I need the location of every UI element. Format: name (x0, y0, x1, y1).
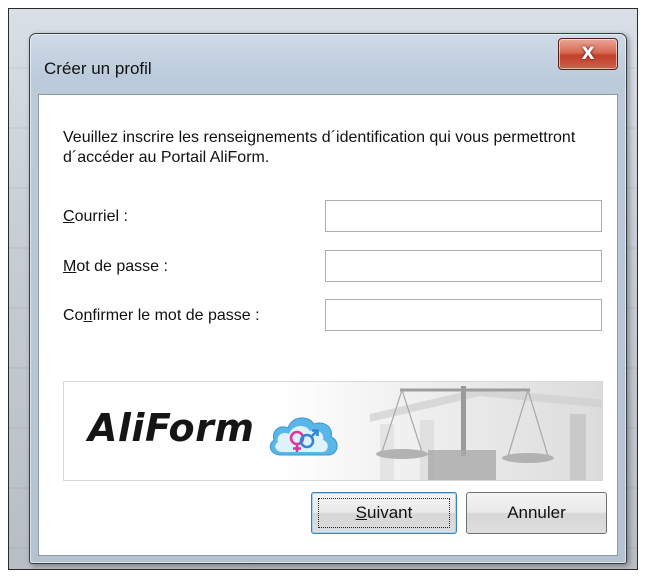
focus-rectangle (318, 498, 450, 528)
aliform-banner: AliForm (63, 381, 603, 481)
next-button[interactable]: Suivant (311, 492, 457, 534)
email-label-mnemonic: C (63, 208, 75, 225)
close-button[interactable]: X (558, 38, 618, 70)
email-field[interactable] (325, 200, 602, 232)
title-bar: Créer un profil X (30, 34, 626, 92)
password-label-rest: ot de passe : (76, 258, 168, 275)
password-label-mnemonic: M (63, 258, 77, 275)
email-label-rest: ourriel : (74, 208, 128, 225)
aliform-logo-text: AliForm (88, 406, 255, 450)
password-field[interactable] (325, 250, 602, 282)
email-label: Courriel : (63, 208, 128, 226)
password-label: Mot de passe : (63, 258, 168, 276)
intro-text: Veuillez inscrire les renseignements d´i… (63, 129, 576, 166)
gender-symbols-cloud-icon (269, 417, 338, 456)
balance-scales-icon (370, 386, 602, 480)
confirm-label-rest: firmer le mot de passe : (92, 307, 260, 324)
confirm-password-label: Confirmer le mot de passe : (63, 307, 260, 325)
create-profile-dialog: Créer un profil X Veuillez inscrire les … (29, 33, 627, 564)
cancel-button[interactable]: Annuler (466, 492, 607, 534)
confirm-password-field[interactable] (325, 299, 602, 331)
screenshot-frame: Créer un profil X Veuillez inscrire les … (8, 8, 638, 570)
confirm-label-prefix: Co (63, 307, 84, 324)
dialog-title: Créer un profil (44, 59, 152, 78)
close-icon: X (581, 44, 595, 64)
dialog-body: Veuillez inscrire les renseignements d´i… (38, 94, 618, 556)
cancel-button-label: Annuler (507, 503, 566, 522)
